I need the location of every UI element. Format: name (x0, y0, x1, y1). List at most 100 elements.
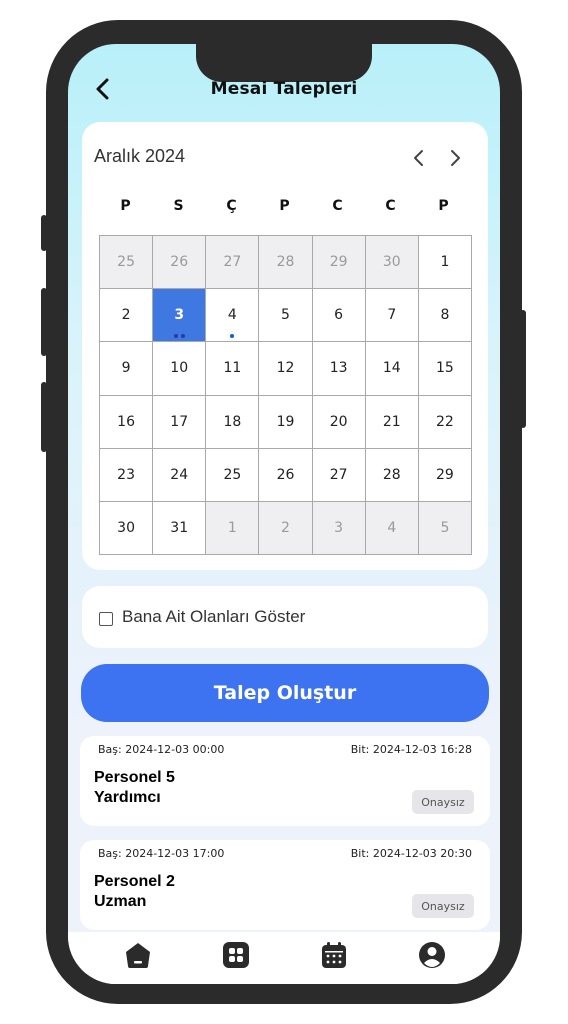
request-start: Baş: 2024-12-03 17:00 (98, 847, 225, 860)
calendar-day-number: 4 (227, 307, 237, 324)
event-dot (173, 334, 178, 339)
calendar-day-number: 4 (387, 519, 397, 536)
calendar-day-number: 21 (382, 413, 401, 430)
calendar-day[interactable]: 22 (418, 395, 472, 449)
calendar-day-number: 27 (329, 466, 348, 483)
calendar-day-number: 2 (121, 307, 131, 324)
calendar-day-number: 17 (170, 413, 189, 430)
home-icon[interactable] (123, 940, 153, 970)
phone-side-button (520, 310, 526, 428)
weekday-label: P (438, 198, 449, 214)
calendar-day-number: 11 (223, 360, 242, 377)
chevron-left-icon[interactable] (409, 148, 429, 168)
calendar-day[interactable]: 19 (259, 395, 313, 449)
mine-only-label[interactable]: Bana Ait Olanları Göster (122, 607, 305, 627)
calendar-day[interactable]: 30 (100, 501, 154, 555)
calendar-day[interactable]: 13 (312, 342, 366, 396)
calendar-day-number: 24 (170, 466, 189, 483)
calendar-day[interactable]: 5 (259, 289, 313, 343)
calendar-day[interactable]: 27 (312, 448, 366, 502)
calendar-day[interactable]: 8 (418, 289, 472, 343)
calendar-day[interactable]: 15 (418, 342, 472, 396)
calendar-day-number: 30 (382, 254, 401, 271)
calendar-day[interactable]: 9 (100, 342, 154, 396)
calendar-day-number: 30 (117, 519, 135, 536)
mine-only-checkbox[interactable] (99, 612, 113, 626)
create-request-button[interactable]: Talep Oluştur (81, 664, 489, 722)
calendar-day-number: 19 (276, 413, 295, 430)
calendar-day[interactable]: 10 (153, 342, 207, 396)
calendar-day[interactable]: 23 (100, 448, 154, 502)
calendar-day-number: 22 (436, 413, 454, 430)
calendar-day[interactable]: 14 (365, 342, 419, 396)
event-dot (180, 334, 185, 339)
request-card[interactable]: Baş: 2024-12-03 17:00 Bit: 2024-12-03 20… (80, 840, 490, 930)
calendar-day[interactable]: 29 (312, 236, 366, 290)
calendar-day-number: 15 (436, 360, 454, 377)
calendar-day-number: 5 (440, 519, 450, 536)
calendar-day-number: 3 (334, 519, 344, 536)
calendar-day[interactable]: 7 (365, 289, 419, 343)
request-card[interactable]: Baş: 2024-12-03 00:00 Bit: 2024-12-03 16… (80, 736, 490, 826)
calendar-day[interactable]: 21 (365, 395, 419, 449)
weekday-label: S (173, 198, 184, 214)
calendar-icon[interactable] (319, 940, 349, 970)
calendar-day[interactable]: 29 (418, 448, 472, 502)
request-start: Baş: 2024-12-03 00:00 (98, 743, 225, 756)
calendar-day-selected[interactable]: 3 (153, 289, 207, 343)
request-end: Bit: 2024-12-03 20:30 (350, 847, 472, 860)
calendar-day-number: 13 (329, 360, 348, 377)
calendar-day-number: 7 (387, 307, 397, 324)
calendar-grid: 25 26 27 28 29 30 1 2 3 4 5 6 7 8 9 10 11 12 13 14 15 16 17 18 1… (99, 235, 472, 555)
calendar-day-number: 29 (436, 466, 454, 483)
calendar-day-number: 25 (117, 254, 135, 271)
calendar-day-number: 3 (174, 307, 185, 324)
phone-side-button (41, 215, 47, 251)
calendar-day[interactable]: 30 (365, 236, 419, 290)
calendar-day[interactable]: 3 (312, 501, 366, 555)
calendar-day[interactable]: 4 (206, 289, 260, 343)
apps-grid-icon[interactable] (221, 940, 251, 970)
calendar-day[interactable]: 25 (206, 448, 260, 502)
app-screen: Mesai Talepleri Aralık 2024 P S Ç P C C … (68, 44, 500, 984)
calendar-day[interactable]: 24 (153, 448, 207, 502)
calendar-day-number: 1 (227, 519, 237, 536)
employee-name: Personel 5 (94, 769, 175, 786)
calendar-day[interactable]: 27 (206, 236, 260, 290)
calendar-day[interactable]: 5 (418, 501, 472, 555)
calendar-day[interactable]: 6 (312, 289, 366, 343)
calendar-day-number: 25 (223, 466, 242, 483)
calendar-day-number: 2 (281, 519, 290, 536)
calendar-day[interactable]: 1 (418, 236, 472, 290)
calendar-day[interactable]: 16 (100, 395, 154, 449)
phone-side-button (41, 288, 47, 356)
calendar-day[interactable]: 28 (365, 448, 419, 502)
calendar-day[interactable]: 25 (100, 236, 154, 290)
calendar-day[interactable]: 2 (100, 289, 154, 343)
calendar-day-number: 1 (440, 254, 450, 271)
calendar-day-number: 31 (170, 519, 189, 536)
calendar-day[interactable]: 20 (312, 395, 366, 449)
profile-icon[interactable] (417, 940, 447, 970)
request-employee: Personel 2 Uzman (94, 872, 175, 912)
calendar-day[interactable]: 17 (153, 395, 207, 449)
calendar-day-number: 23 (117, 466, 135, 483)
calendar-day[interactable]: 11 (206, 342, 260, 396)
calendar-day[interactable]: 4 (365, 501, 419, 555)
calendar-day-number: 6 (334, 307, 344, 324)
calendar-day[interactable]: 28 (259, 236, 313, 290)
calendar-day-number: 10 (170, 360, 189, 377)
calendar-day[interactable]: 26 (259, 448, 313, 502)
calendar-day[interactable]: 31 (153, 501, 207, 555)
calendar-day[interactable]: 26 (153, 236, 207, 290)
calendar-day-number: 29 (329, 254, 348, 271)
calendar-day[interactable]: 2 (259, 501, 313, 555)
calendar-day[interactable]: 18 (206, 395, 260, 449)
calendar-day-number: 28 (276, 254, 295, 271)
calendar-day-number: 16 (117, 413, 135, 430)
calendar-day[interactable]: 12 (259, 342, 313, 396)
employee-role: Yardımcı (94, 789, 161, 806)
employee-role: Uzman (94, 893, 147, 910)
chevron-right-icon[interactable] (445, 148, 465, 168)
calendar-day[interactable]: 1 (206, 501, 260, 555)
